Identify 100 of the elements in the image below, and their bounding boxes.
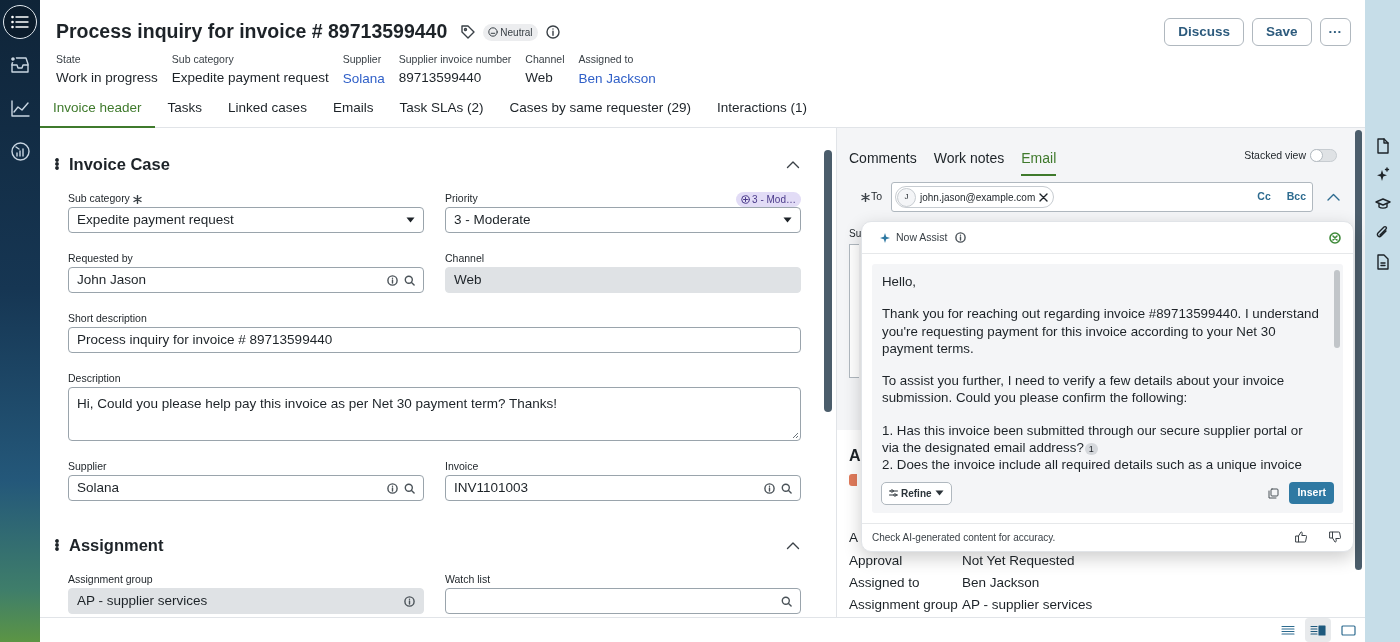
gauge-icon: [10, 141, 30, 161]
select-field[interactable]: 3 - Moderate: [445, 207, 801, 233]
graduation-cap-icon[interactable]: [1374, 196, 1391, 212]
field-link[interactable]: Solana: [342, 70, 385, 86]
recipient-field[interactable]: J john.jason@example.com Cc Bcc: [891, 182, 1313, 212]
field-label: Short description: [68, 311, 147, 327]
tab[interactable]: Work notes: [933, 148, 1005, 176]
document-icon[interactable]: [1374, 138, 1391, 154]
field-label: Supplier: [68, 459, 107, 475]
resize-grip-icon[interactable]: [792, 432, 799, 439]
field-value: Work in progress: [56, 68, 158, 87]
refine-button[interactable]: Refine: [881, 481, 952, 505]
textarea-field[interactable]: Hi, Could you please help pay this invoice as per Net 30 payment term? Thanks!: [68, 387, 801, 441]
collapse-icon[interactable]: [786, 159, 800, 169]
field-label: Supplier: [342, 52, 383, 67]
info-icon: [404, 595, 415, 607]
document-text-icon[interactable]: [1374, 254, 1391, 270]
collapse-icon[interactable]: [786, 540, 800, 550]
readonly-field: AP - supplier services: [68, 588, 424, 614]
email-paragraph: To assist you further, I need to verify a few details about your invoice submission. Could you please confirm the following:: [882, 372, 1286, 407]
tab[interactable]: Cases by same requester (29): [496, 93, 704, 128]
rail-button[interactable]: [3, 5, 37, 39]
field-label: Watch list: [445, 572, 491, 588]
reference-field[interactable]: Solana: [68, 475, 424, 501]
tab[interactable]: Emails: [319, 93, 387, 128]
search-icon[interactable]: [404, 274, 415, 286]
caret-icon: [406, 217, 415, 223]
kebab-icon[interactable]: [55, 158, 59, 170]
close-icon[interactable]: [1329, 231, 1341, 244]
cc-link[interactable]: Cc: [1257, 189, 1271, 205]
caret-icon: [934, 490, 944, 497]
info-icon: [387, 274, 398, 286]
info-icon[interactable]: [545, 25, 560, 39]
scrollbar-thumb[interactable]: [1355, 130, 1362, 570]
field-label: Invoice: [445, 459, 479, 475]
caret-icon: [783, 217, 792, 223]
section-title: A: [849, 447, 861, 464]
tab[interactable]: Linked cases: [215, 93, 320, 128]
thumbs-up-icon[interactable]: [1295, 531, 1307, 544]
reference-field[interactable]: John Jason: [68, 267, 424, 293]
field-label: Su: [849, 228, 862, 239]
citation-badge[interactable]: 1: [1084, 443, 1098, 456]
recipient-email: john.jason@example.com: [920, 190, 1036, 205]
detail-value: AP - supplier services: [962, 595, 1093, 614]
copy-icon[interactable]: [1268, 487, 1280, 499]
toggle-label: Stacked view: [1244, 148, 1306, 163]
select-field[interactable]: Expedite payment request: [68, 207, 424, 233]
field-label: State: [56, 52, 82, 67]
insert-button[interactable]: Insert: [1289, 482, 1334, 505]
reference-field[interactable]: INV1101003: [445, 475, 801, 501]
email-paragraph: 2. Does the invoice include all required details such as a unique invoice: [882, 456, 1303, 474]
split-view-icon: [1310, 624, 1326, 636]
tab[interactable]: Comments: [849, 148, 917, 176]
field-label: Sub category: [68, 191, 130, 207]
readonly-field: Web: [445, 267, 801, 293]
panel-view-icon: [1340, 624, 1356, 636]
tab[interactable]: Task SLAs (2): [386, 93, 497, 128]
bcc-link[interactable]: Bcc: [1286, 189, 1306, 205]
list-view-icon: [1281, 624, 1295, 636]
header-button[interactable]: Discuss: [1164, 18, 1244, 46]
avatar: J: [897, 187, 916, 207]
search-icon[interactable]: [781, 482, 792, 494]
sliders-icon: [889, 489, 898, 498]
tab[interactable]: Email: [1021, 148, 1057, 176]
remove-icon[interactable]: [1039, 192, 1049, 202]
tag-icon[interactable]: [461, 25, 476, 39]
disclaimer-text: Check AI-generated content for accuracy.: [872, 530, 1056, 545]
view-button[interactable]: [1305, 618, 1331, 642]
field-label: Channel: [445, 251, 485, 267]
scrollbar-thumb[interactable]: [824, 150, 832, 412]
field-link[interactable]: Ben Jackson: [578, 70, 656, 86]
tab[interactable]: Tasks: [154, 93, 216, 128]
info-icon[interactable]: [955, 232, 967, 243]
inbox-icon: [10, 56, 30, 74]
scrollbar-thumb[interactable]: [1334, 270, 1340, 348]
sentiment-badge: Neutral: [483, 23, 538, 41]
toggle-switch[interactable]: [1310, 149, 1337, 163]
section-title: Invoice Case: [69, 153, 170, 175]
detail-label: Assignment group: [849, 596, 958, 612]
text-field[interactable]: Process inquiry for invoice # 89713599440: [68, 327, 801, 353]
field-label: To: [861, 189, 883, 205]
collapse-icon[interactable]: [1327, 193, 1340, 201]
search-field[interactable]: [445, 588, 801, 614]
tab[interactable]: Interactions (1): [704, 93, 821, 128]
tab[interactable]: Invoice header: [40, 93, 155, 128]
subject-field[interactable]: [849, 244, 859, 378]
field-label: Channel: [525, 52, 565, 67]
header-button[interactable]: Save: [1251, 18, 1312, 46]
detail-value: Not Yet Requested: [962, 551, 1075, 570]
detail-label: A: [849, 529, 858, 545]
thumbs-down-icon[interactable]: [1329, 531, 1341, 544]
field-label: Priority: [445, 191, 478, 207]
search-icon[interactable]: [781, 595, 792, 607]
smiley-icon: [488, 27, 499, 37]
line-chart-icon: [10, 99, 30, 117]
priority-badge: 3 - Mod…: [736, 191, 801, 207]
detail-label: Approval: [849, 552, 903, 568]
kebab-icon[interactable]: [55, 539, 59, 551]
search-icon[interactable]: [404, 482, 415, 494]
more-button[interactable]: ···: [1319, 18, 1351, 46]
